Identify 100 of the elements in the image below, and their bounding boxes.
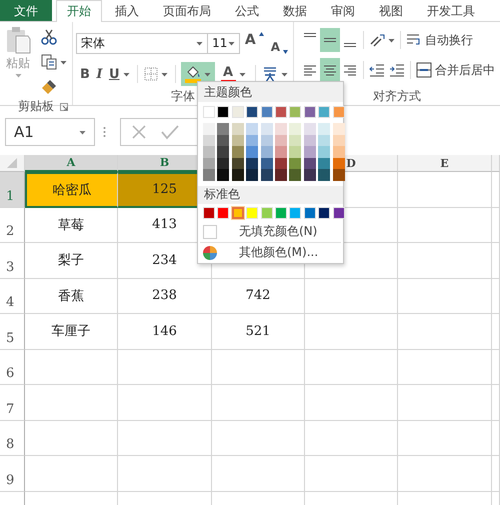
color-swatch[interactable] <box>203 169 215 180</box>
color-swatch[interactable] <box>217 169 230 180</box>
orientation-icon <box>369 32 385 48</box>
color-swatch[interactable] <box>203 146 215 158</box>
color-swatch[interactable] <box>217 134 230 146</box>
color-swatch[interactable] <box>332 146 345 158</box>
color-swatch[interactable] <box>260 146 273 158</box>
color-swatch[interactable] <box>289 158 302 169</box>
color-swatch[interactable] <box>246 146 258 158</box>
font-size-dropdown[interactable]: 11 <box>207 32 240 54</box>
color-swatch[interactable] <box>203 158 215 169</box>
color-swatch[interactable] <box>318 158 330 169</box>
row-header[interactable]: 2 <box>0 208 25 243</box>
shrink-font-button[interactable]: A <box>268 32 290 54</box>
color-swatch[interactable] <box>318 146 330 158</box>
ribbon-tab[interactable]: 公式 <box>224 0 270 21</box>
italic-button[interactable]: I <box>94 63 105 85</box>
color-swatch[interactable] <box>260 158 273 169</box>
checkmark-icon[interactable] <box>161 124 179 140</box>
bold-button[interactable]: B <box>78 63 92 85</box>
lines-icon <box>323 62 337 78</box>
column-header[interactable]: E <box>398 155 492 172</box>
grow-font-button[interactable]: A <box>242 32 266 54</box>
font-name-dropdown[interactable]: 宋体 <box>76 32 208 54</box>
ribbon-tab[interactable]: 开始 <box>56 0 102 22</box>
row-header[interactable]: 1 <box>0 172 25 208</box>
color-swatch[interactable] <box>332 123 345 134</box>
color-swatch[interactable] <box>274 123 287 134</box>
more-colors-item[interactable]: 其他颜色(M)... <box>198 242 343 262</box>
color-swatch[interactable] <box>260 169 273 180</box>
color-swatch[interactable] <box>232 123 244 134</box>
color-swatch[interactable] <box>318 169 330 180</box>
fill-color-button[interactable] <box>180 62 214 86</box>
ribbon-tab[interactable]: 开发工具 <box>416 0 486 21</box>
group-label: 对齐方式 <box>373 88 421 104</box>
color-swatch[interactable] <box>232 206 244 218</box>
color-swatch[interactable] <box>289 134 302 146</box>
color-swatch[interactable] <box>217 158 230 169</box>
color-swatch[interactable] <box>203 134 215 146</box>
color-swatch[interactable] <box>318 123 330 134</box>
font-size: 11 <box>212 36 228 50</box>
color-swatch[interactable] <box>318 134 330 146</box>
align-middle-button[interactable] <box>320 28 340 52</box>
ribbon-tab[interactable]: 审阅 <box>320 0 366 21</box>
color-swatch[interactable] <box>232 134 244 146</box>
color-swatch[interactable] <box>289 146 302 158</box>
color-swatch[interactable] <box>260 134 273 146</box>
color-swatch[interactable] <box>274 134 287 146</box>
color-swatch[interactable] <box>232 158 244 169</box>
align-center-button[interactable] <box>320 58 340 82</box>
ribbon-tab[interactable]: 数据 <box>272 0 318 21</box>
color-swatch[interactable] <box>289 123 302 134</box>
file-tab[interactable]: 文件 <box>0 0 52 21</box>
color-swatch[interactable] <box>246 169 258 180</box>
row-header[interactable]: 6 <box>0 350 25 385</box>
color-swatch[interactable] <box>332 169 345 180</box>
color-swatch[interactable] <box>289 169 302 180</box>
color-swatch[interactable] <box>304 134 316 146</box>
caret-icon <box>204 72 210 76</box>
phonetic-icon <box>262 65 278 83</box>
color-swatch[interactable] <box>274 146 287 158</box>
dialog-launcher-icon[interactable] <box>60 103 68 111</box>
ribbon-tab[interactable]: 插入 <box>104 0 150 21</box>
wrap-text-button[interactable]: 自动换行 <box>404 29 475 51</box>
merge-center-button[interactable]: 合并后居中 <box>414 59 497 81</box>
color-swatch[interactable] <box>304 123 316 134</box>
table-cell: 146 <box>118 314 212 350</box>
no-fill-item[interactable]: 无填充颜色(N) <box>198 222 343 242</box>
color-swatch[interactable] <box>260 123 273 134</box>
merge-icon <box>416 62 432 78</box>
color-swatch[interactable] <box>332 158 345 169</box>
up-triangle-icon <box>258 32 264 36</box>
color-swatch[interactable] <box>274 158 287 169</box>
ribbon-tab[interactable]: 视图 <box>368 0 414 21</box>
row-header[interactable]: 5 <box>0 314 25 350</box>
caret-icon <box>14 73 22 78</box>
row-header[interactable]: 9 <box>0 456 25 492</box>
color-swatch[interactable] <box>304 158 316 169</box>
color-swatch[interactable] <box>217 123 230 134</box>
color-swatch[interactable] <box>304 146 316 158</box>
color-swatch[interactable] <box>246 158 258 169</box>
row-header[interactable]: 7 <box>0 385 25 420</box>
color-swatch[interactable] <box>203 123 215 134</box>
color-swatch[interactable] <box>246 123 258 134</box>
row-header[interactable]: 8 <box>0 420 25 456</box>
column-header[interactable]: A <box>25 155 118 172</box>
color-swatch[interactable] <box>232 146 244 158</box>
name-box[interactable]: A1 <box>5 118 95 146</box>
color-swatch[interactable] <box>232 169 244 180</box>
color-swatch[interactable] <box>332 134 345 146</box>
row-header[interactable]: 4 <box>0 278 25 314</box>
cancel-icon[interactable] <box>131 124 147 140</box>
color-swatch[interactable] <box>217 146 230 158</box>
color-swatch[interactable] <box>304 169 316 180</box>
ribbon-tab[interactable]: 页面布局 <box>152 0 222 21</box>
color-swatch[interactable] <box>274 169 287 180</box>
underline-button[interactable]: U <box>106 63 132 85</box>
row-header[interactable]: 3 <box>0 243 25 278</box>
scissors-icon <box>41 29 57 45</box>
color-swatch[interactable] <box>246 134 258 146</box>
